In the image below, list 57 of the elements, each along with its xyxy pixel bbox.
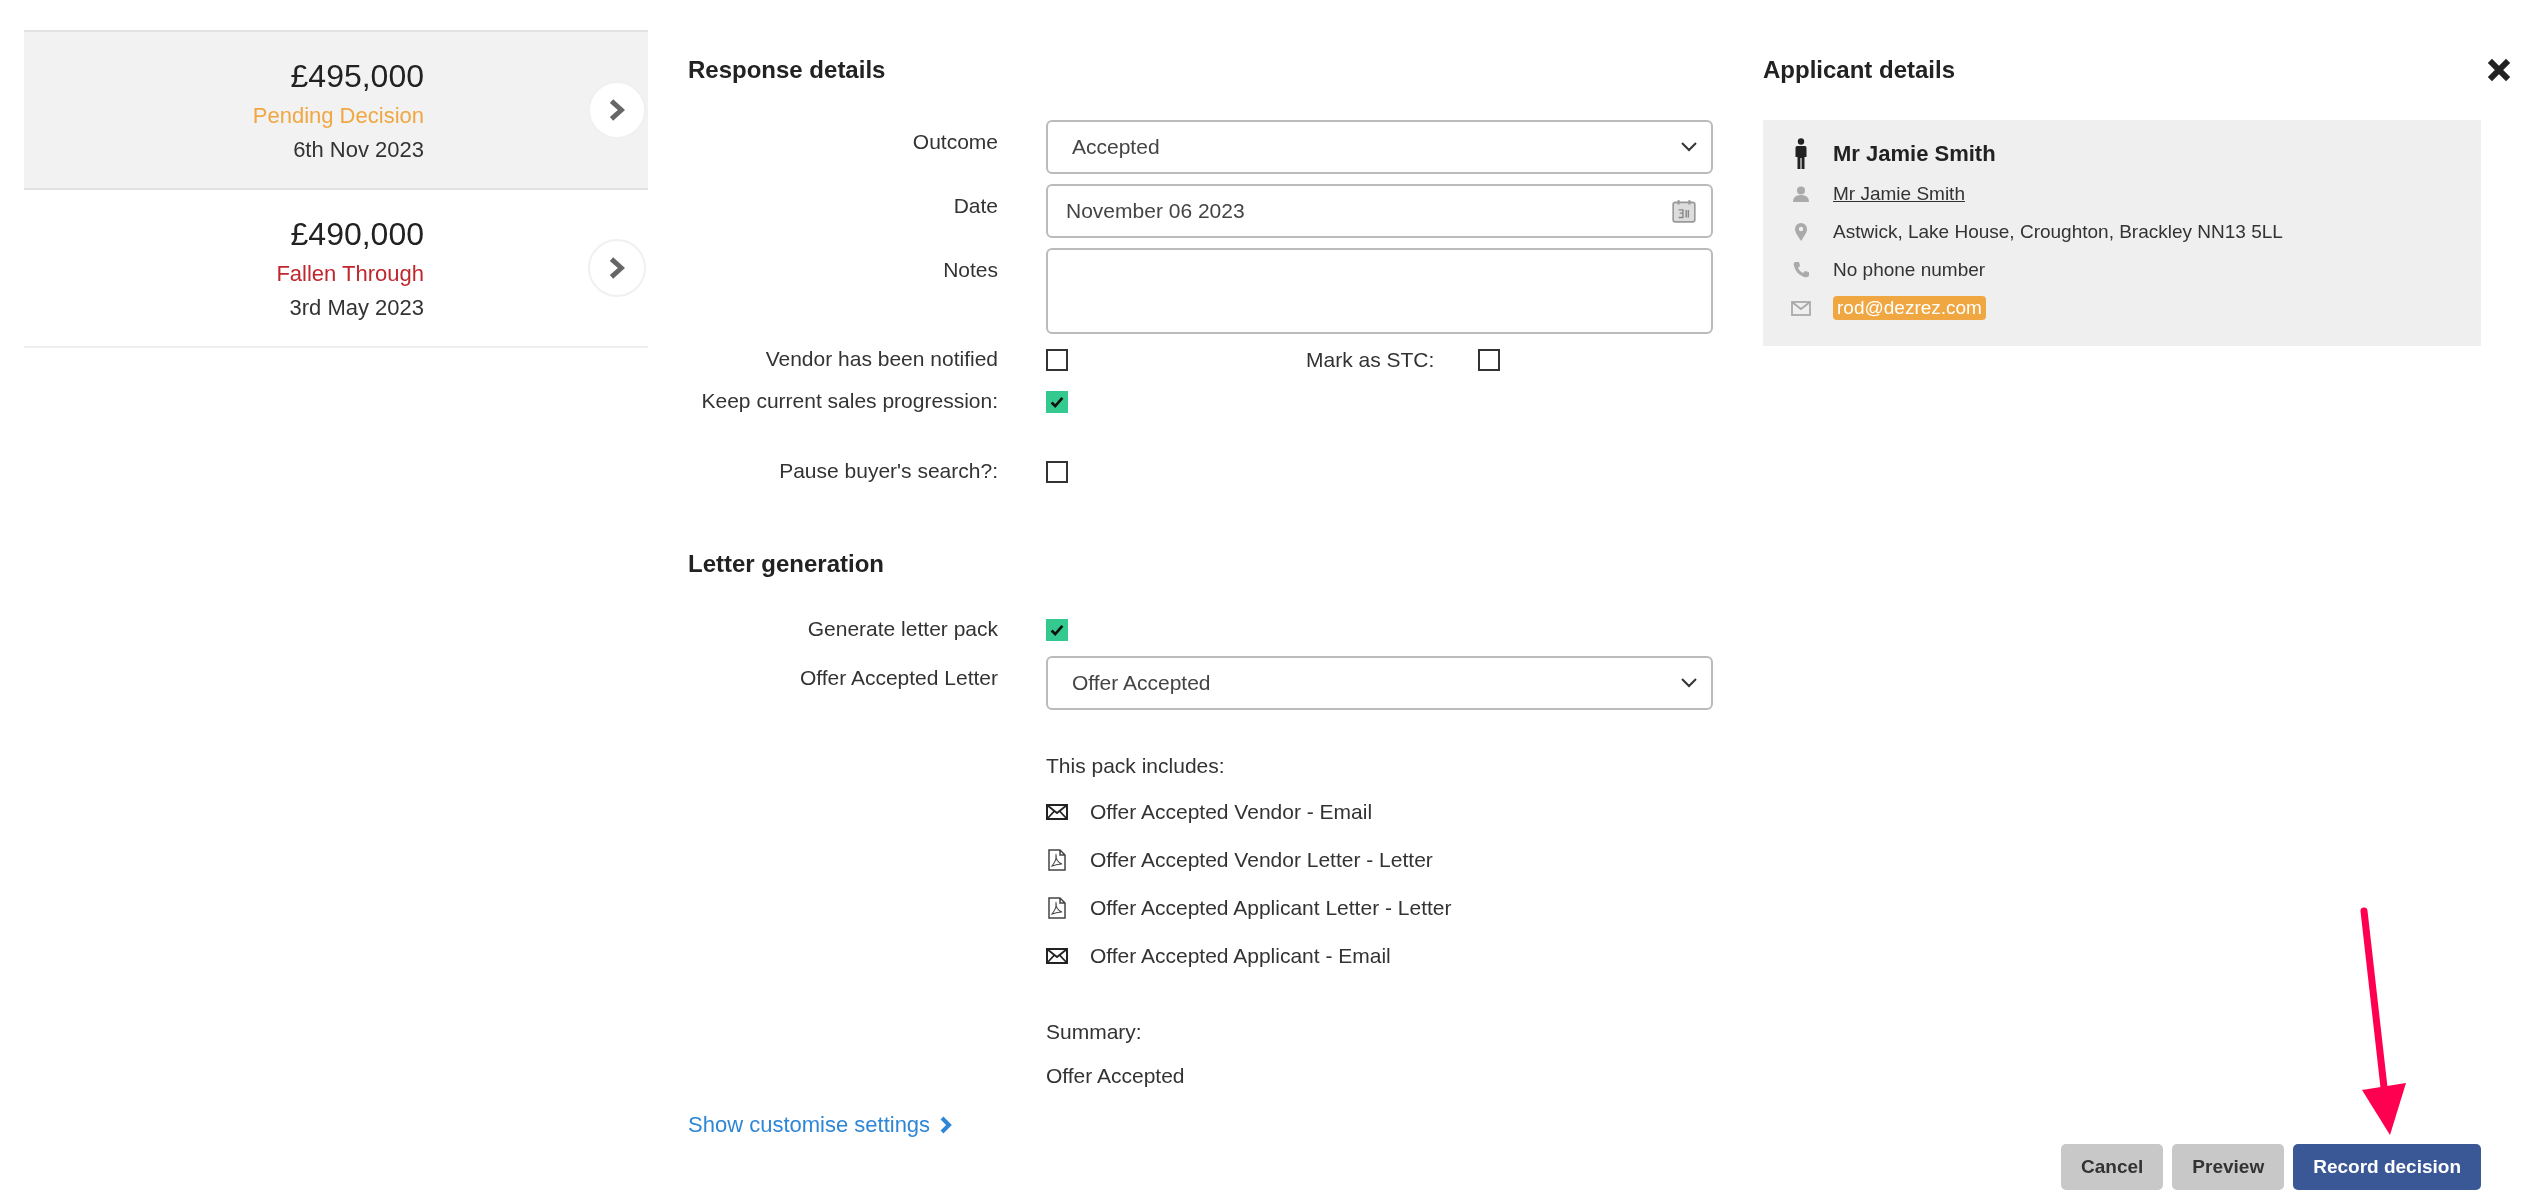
offer-price: £490,000: [290, 215, 424, 253]
action-button[interactable]: Record decision: [2293, 1144, 2481, 1190]
checkbox-label: Keep current sales progression:: [700, 388, 998, 414]
phone-text: No phone number: [1833, 259, 1986, 281]
offer-row[interactable]: £495,000 Pending Decision 6th Nov 2023: [24, 30, 648, 188]
caret-icon: [1681, 142, 1697, 152]
notes-field[interactable]: [1046, 248, 1713, 334]
letter-select[interactable]: Offer Accepted: [1046, 656, 1713, 710]
pack-item: Offer Accepted Vendor Letter - Letter: [1090, 848, 1433, 872]
outcome-select[interactable]: Accepted: [1046, 120, 1713, 174]
field-label: Offer Accepted Letter: [798, 665, 998, 691]
pdf-file-icon: [1046, 849, 1068, 871]
chevron-right-icon: [609, 99, 625, 121]
pack-heading: This pack includes:: [1046, 754, 1226, 778]
pack-item: Offer Accepted Applicant - Email: [1090, 944, 1391, 968]
email-highlight: rod@dezrez.com: [1833, 296, 1986, 320]
field-label: Date: [952, 193, 998, 219]
field-label: Outcome: [911, 129, 998, 155]
field-label: Notes: [942, 257, 998, 283]
checkbox[interactable]: [1046, 461, 1068, 483]
checkbox-label: Generate letter pack: [806, 616, 998, 642]
summary-label: Summary:: [1046, 1020, 1143, 1044]
pack-item: Offer Accepted Applicant Letter - Letter: [1090, 896, 1452, 920]
applicant-name: Mr Jamie Smith: [1833, 141, 1996, 167]
offer-status: Pending Decision: [252, 102, 424, 129]
checkbox[interactable]: [1046, 349, 1068, 371]
close-icon[interactable]: [2486, 57, 2512, 83]
contact-link[interactable]: Mr Jamie Smith: [1833, 183, 1965, 205]
checkbox[interactable]: [1478, 349, 1501, 371]
offer-date: 3rd May 2023: [289, 294, 424, 321]
checkbox[interactable]: [1046, 619, 1068, 641]
section-heading: Applicant details: [1763, 56, 1956, 84]
customise-settings-link[interactable]: Show customise settings: [688, 1112, 953, 1138]
envelope-icon: [1046, 948, 1068, 964]
pack-item: Offer Accepted Vendor - Email: [1090, 800, 1373, 824]
action-button[interactable]: Preview: [2172, 1144, 2285, 1190]
calendar-icon: [1671, 198, 1697, 224]
chevron-right-icon: [940, 1116, 953, 1134]
envelope-icon: [1789, 300, 1813, 316]
checkbox[interactable]: [1046, 391, 1068, 413]
date-field[interactable]: November 06 2023: [1046, 184, 1713, 238]
offer-price: £495,000: [290, 57, 424, 95]
action-button[interactable]: Cancel: [2061, 1144, 2164, 1190]
pdf-file-icon: [1046, 897, 1068, 919]
envelope-icon: [1046, 804, 1068, 820]
section-heading: Response details: [688, 56, 887, 84]
checkbox-label: Mark as STC:: [1306, 348, 1435, 372]
summary-text: Offer Accepted: [1046, 1064, 1186, 1088]
section-heading: Letter generation: [688, 550, 886, 578]
checkbox-label: Pause buyer's search?:: [778, 458, 998, 484]
address-text: Astwick, Lake House, Croughton, Brackley NN13 5LL: [1833, 221, 2283, 243]
chevron-right-icon: [609, 257, 625, 279]
offer-date: 6th Nov 2023: [293, 136, 424, 163]
checkbox-label: Vendor has been notified: [764, 346, 998, 372]
offer-row[interactable]: £490,000 Fallen Through 3rd May 2023: [24, 188, 648, 348]
caret-icon: [1681, 678, 1697, 688]
offer-status: Fallen Through: [276, 260, 424, 287]
